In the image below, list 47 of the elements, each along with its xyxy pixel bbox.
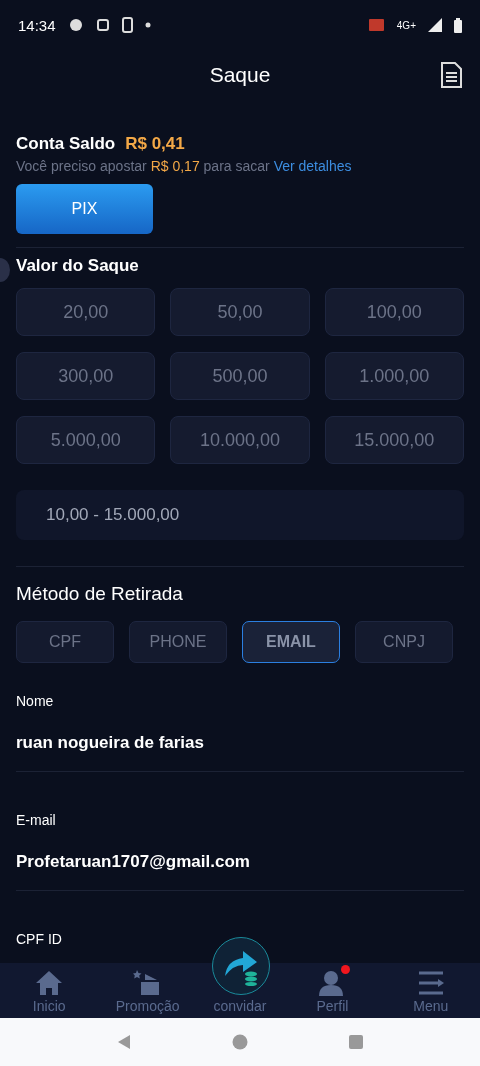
back-icon <box>116 1034 132 1050</box>
balance-amount: R$ 0,41 <box>125 134 185 154</box>
home-circle-icon <box>232 1034 248 1050</box>
nav-item[interactable]: Menu <box>381 963 480 1018</box>
recents-icon <box>348 1034 364 1050</box>
method-tab[interactable]: CNPJ <box>355 621 453 663</box>
field-value: ruan nogueira de farias <box>16 733 205 753</box>
dot-icon <box>144 22 151 28</box>
battery-icon <box>454 17 462 33</box>
menu-icon <box>416 970 445 996</box>
amount-input-field[interactable]: 10,00 - 15.000,00 <box>16 490 464 540</box>
amount-option[interactable]: 100,00 <box>324 288 464 336</box>
home-icon <box>35 970 64 996</box>
details-link[interactable]: Ver detalhes <box>273 158 352 174</box>
page-title: Saque <box>209 63 271 87</box>
field-label: Nome <box>16 693 55 709</box>
amount-option[interactable]: 10.000,00 <box>170 416 310 464</box>
nav-item[interactable]: Perfil <box>283 963 382 1018</box>
section-title: Valor do Saque <box>16 256 140 276</box>
nav-item[interactable]: convidar <box>213 998 267 1014</box>
status-time: 14:34 <box>18 16 56 34</box>
field-label: E-mail <box>16 812 57 828</box>
amount-option[interactable]: 15.000,00 <box>324 416 464 464</box>
method-tab[interactable]: CPF <box>16 621 114 663</box>
field-value: Profetaruan1707@gmail.com <box>16 852 251 872</box>
cast-icon <box>366 18 385 32</box>
wager-notice: Você preciso apostar R$ 0,17 para sacar Ver detalhes <box>16 158 353 174</box>
person-icon <box>319 970 346 996</box>
phone-icon <box>121 17 133 33</box>
pix-button[interactable]: PIX <box>16 184 153 234</box>
network-type: 4G+ <box>396 19 416 31</box>
signal-icon <box>428 18 442 32</box>
app-icon <box>95 18 110 32</box>
nav-item[interactable]: Promoção <box>98 963 197 1018</box>
field-label: CPF ID <box>16 931 63 947</box>
section-title: Método de Retirada <box>16 583 184 605</box>
document-icon <box>440 62 462 88</box>
balance-label: Conta Saldo <box>16 134 116 154</box>
amount-option[interactable]: 1.000,00 <box>324 352 464 400</box>
nav-item[interactable]: Inicio <box>0 963 99 1018</box>
amount-option[interactable]: 500,00 <box>170 352 310 400</box>
method-tab[interactable]: EMAIL <box>242 621 340 663</box>
amount-option[interactable]: 50,00 <box>170 288 310 336</box>
method-tab[interactable]: PHONE <box>129 621 227 663</box>
amount-option[interactable]: 300,00 <box>16 352 156 400</box>
amount-option[interactable]: 20,00 <box>16 288 156 336</box>
amount-option[interactable]: 5.000,00 <box>16 416 156 464</box>
